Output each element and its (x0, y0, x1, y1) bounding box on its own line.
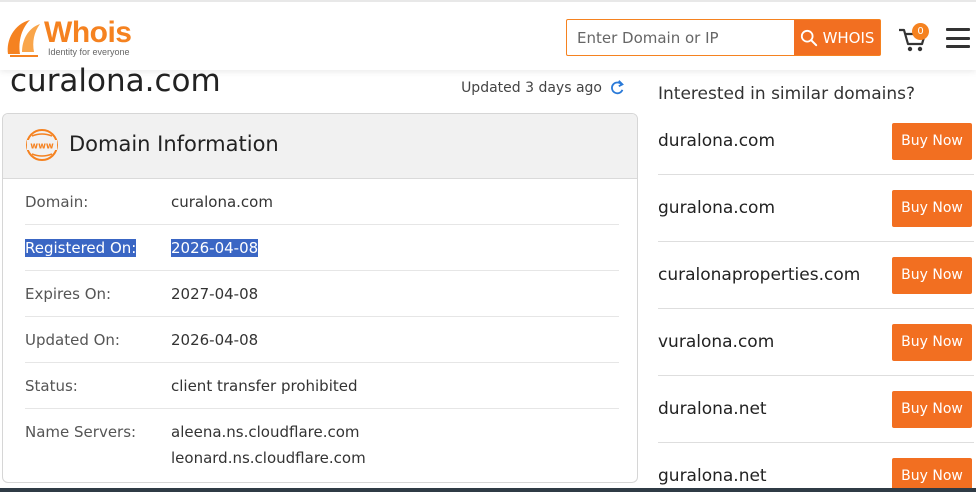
www-globe-icon: www (26, 129, 58, 161)
name-server: aleena.ns.cloudflare.com (171, 423, 360, 441)
domain-information-card: www Domain Information Domain: curalona.… (2, 113, 638, 483)
logo-icon (7, 20, 40, 57)
domain-info-table: Domain: curalona.com Registered On: 2026… (25, 179, 619, 479)
name-server: leonard.ns.cloudflare.com (171, 449, 366, 467)
updated-text: Updated 3 days ago (461, 80, 602, 96)
list-item: guralona.com Buy Now (658, 175, 974, 242)
info-label: Name Servers: (25, 423, 137, 441)
buy-now-button[interactable]: Buy Now (892, 256, 972, 294)
whois-search-button-label: WHOIS (822, 28, 875, 47)
buy-now-button[interactable]: Buy Now (892, 457, 972, 492)
hamburger-menu-icon[interactable] (946, 28, 970, 48)
domain-information-header: www Domain Information (3, 114, 637, 179)
info-value: client transfer prohibited (171, 376, 358, 395)
similar-domain-name[interactable]: guralona.net (658, 466, 767, 486)
list-item: vuralona.com Buy Now (658, 309, 974, 376)
info-label: Domain: (25, 192, 89, 211)
buy-now-button[interactable]: Buy Now (892, 390, 972, 428)
info-label: Registered On: (25, 238, 171, 257)
buy-now-button[interactable]: Buy Now (892, 189, 972, 227)
selected-text: Registered On: (25, 238, 137, 257)
buy-now-button[interactable]: Buy Now (892, 122, 972, 160)
search-icon (800, 29, 817, 46)
similar-domain-name[interactable]: duralona.net (658, 399, 767, 419)
refresh-icon[interactable] (608, 79, 626, 97)
info-row-updated-on: Updated On: 2026-04-08 (25, 317, 619, 363)
info-label: Expires On: (25, 284, 112, 303)
cart-count-badge: 0 (912, 23, 929, 40)
similar-domains-list: duralona.com Buy Now guralona.com Buy No… (658, 108, 974, 492)
site-header: Whois Identity for everyone WHOIS 0 (0, 0, 976, 70)
svg-text:www: www (30, 142, 54, 152)
similar-domain-name[interactable]: guralona.com (658, 198, 775, 218)
info-row-domain: Domain: curalona.com (25, 179, 619, 225)
info-value: curalona.com (171, 192, 273, 211)
buy-now-button[interactable]: Buy Now (892, 323, 972, 361)
page-title: curalona.com (10, 63, 221, 99)
selected-text: 2026-04-08 (171, 238, 259, 257)
logo-wordmark: Whois (44, 16, 132, 49)
updated-status: Updated 3 days ago (461, 79, 626, 97)
list-item: duralona.com Buy Now (658, 108, 974, 175)
list-item: curalonaproperties.com Buy Now (658, 242, 974, 309)
search-input[interactable] (567, 20, 794, 55)
similar-domain-name[interactable]: duralona.com (658, 131, 775, 151)
info-row-status: Status: client transfer prohibited (25, 363, 619, 409)
info-row-expires-on: Expires On: 2027-04-08 (25, 271, 619, 317)
name-servers-list: aleena.ns.cloudflare.com leonard.ns.clou… (171, 423, 366, 471)
list-item: duralona.net Buy Now (658, 376, 974, 443)
logo-tagline: Identity for everyone (48, 47, 130, 57)
whois-search-button[interactable]: WHOIS (794, 20, 880, 55)
site-logo[interactable]: Whois Identity for everyone (4, 14, 144, 62)
info-label: Status: (25, 376, 78, 395)
page-bottom-edge (0, 488, 976, 492)
similar-domains-title: Interested in similar domains? (658, 84, 916, 104)
info-value: 2026-04-08 (171, 330, 259, 349)
info-value: 2026-04-08 (171, 238, 259, 257)
similar-domain-name[interactable]: curalonaproperties.com (658, 265, 860, 285)
info-row-registered-on: Registered On: 2026-04-08 (25, 225, 619, 271)
domain-information-title: Domain Information (69, 132, 279, 156)
similar-domain-name[interactable]: vuralona.com (658, 332, 774, 352)
info-value: 2027-04-08 (171, 284, 259, 303)
search-bar: WHOIS (566, 19, 881, 56)
info-label: Updated On: (25, 330, 120, 349)
list-item: guralona.net Buy Now (658, 443, 974, 492)
info-row-name-servers: Name Servers: aleena.ns.cloudflare.com l… (25, 409, 619, 479)
